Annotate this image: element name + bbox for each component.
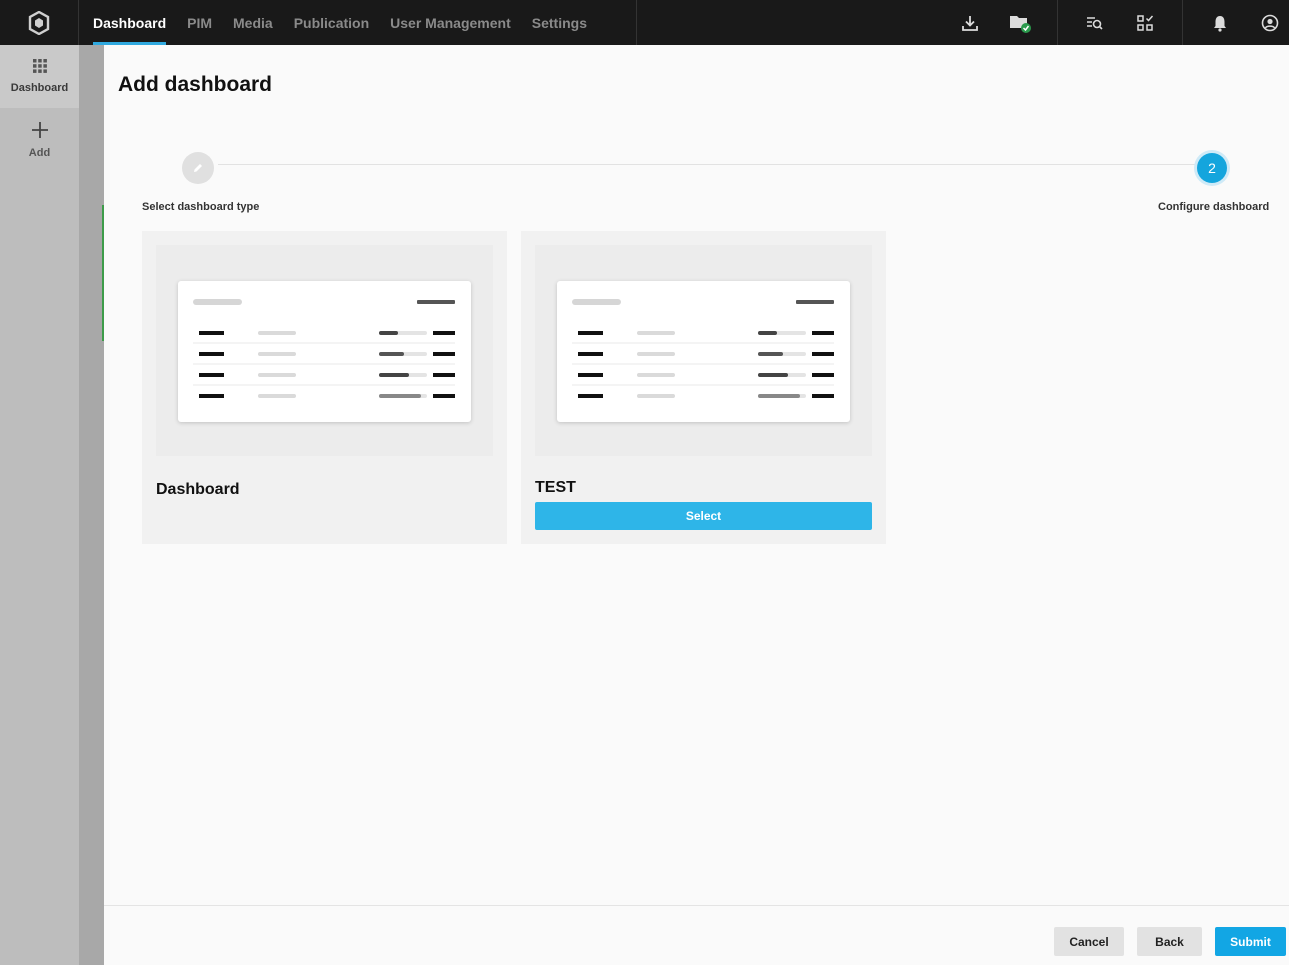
nav-user-management[interactable]: User Management [390,0,511,45]
folder-check-icon[interactable] [1007,10,1033,36]
stepper-connector [218,164,1197,165]
modal-footer: Cancel Back Submit [104,905,1289,965]
nav-pim[interactable]: PIM [187,0,212,45]
step-1-indicator[interactable] [182,152,214,184]
grid-icon [32,59,47,73]
step-1-label: Select dashboard type [142,201,260,213]
top-navigation-bar: Dashboard PIM Media Publication User Man… [0,0,1289,45]
back-button[interactable]: Back [1137,927,1202,956]
dashboard-preview-image [178,281,471,422]
card-title: Dashboard [156,481,240,498]
search-list-icon[interactable] [1082,10,1108,36]
bell-icon[interactable] [1207,10,1233,36]
plus-icon [31,122,48,138]
main-nav: Dashboard PIM Media Publication User Man… [79,0,637,45]
dashboard-preview-image [557,281,850,422]
test-type-card[interactable]: TEST Select [521,231,886,544]
dashboard-type-card[interactable]: Dashboard [142,231,507,544]
left-sidebar: Dashboard Add [0,45,79,965]
page-title: Add dashboard [118,73,273,96]
nav-dashboard[interactable]: Dashboard [93,0,167,45]
sidebar-item-add[interactable]: Add [0,108,79,171]
step-2-indicator: 2 [1197,153,1227,183]
sidebar-item-dashboard[interactable]: Dashboard [0,45,79,108]
app-logo[interactable] [0,0,79,45]
nav-publication[interactable]: Publication [294,0,369,45]
checklist-icon[interactable] [1132,10,1158,36]
card-preview [156,245,493,456]
cancel-button[interactable]: Cancel [1054,927,1124,956]
card-title: TEST [535,479,576,494]
card-preview [535,245,872,456]
step-2-label: Configure dashboard [1158,201,1270,213]
user-circle-icon[interactable] [1257,10,1283,36]
sidebar-item-label: Add [28,147,51,159]
topbar-actions [933,0,1289,45]
download-icon[interactable] [957,10,983,36]
submit-button[interactable]: Submit [1215,927,1286,956]
add-dashboard-panel: Add dashboard 2 Select dashboard type Co… [104,45,1289,965]
sidebar-item-label: Dashboard [10,82,69,94]
nav-settings[interactable]: Settings [532,0,587,45]
nav-media[interactable]: Media [233,0,273,45]
background-content [79,45,104,965]
pencil-icon [194,164,202,172]
select-button[interactable]: Select [535,502,872,530]
hexagon-logo-icon [28,10,50,35]
